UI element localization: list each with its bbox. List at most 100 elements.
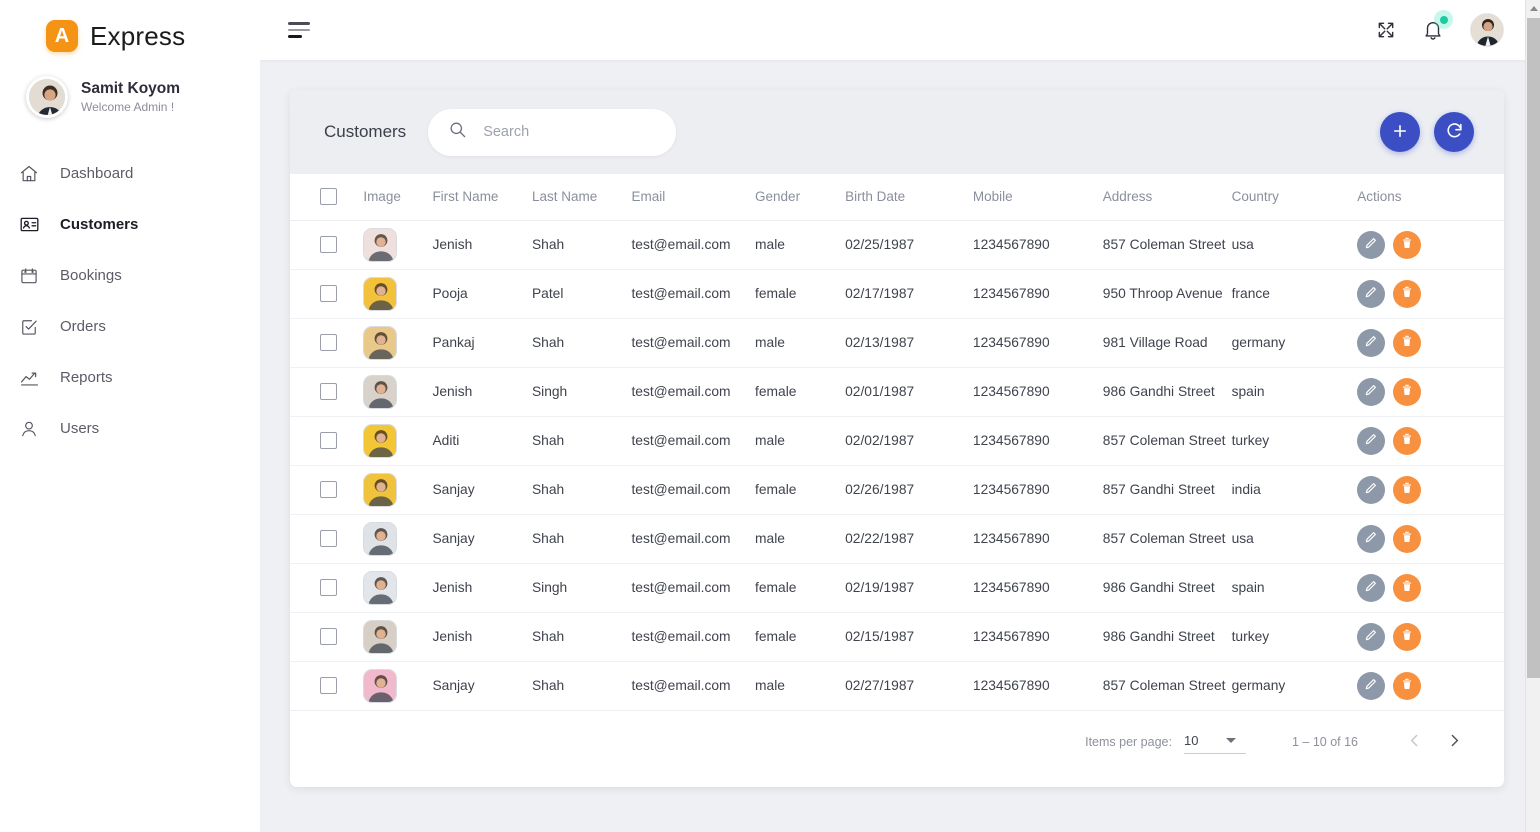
cell-gender: female — [755, 465, 846, 515]
delete-row-button[interactable] — [1393, 328, 1422, 357]
col-email: Email — [631, 174, 756, 221]
previous-page-button[interactable] — [1394, 722, 1434, 762]
sidebar-profile[interactable]: Samit Koyom Welcome Admin ! — [0, 52, 260, 118]
row-image-cell — [363, 318, 433, 368]
sidebar-nav: Dashboard Customers Bookings Orders Repo… — [0, 148, 260, 454]
customer-avatar — [363, 423, 398, 458]
customer-avatar — [363, 374, 398, 409]
table-row[interactable]: Jenish Singh test@email.com female 02/01/198… — [290, 367, 1504, 417]
cell-country: turkey — [1231, 416, 1358, 466]
content-area: Customers Search Image First Name Last N… — [260, 60, 1540, 832]
table-row[interactable]: Sanjay Shah test@email.com female 02/26/1987… — [290, 465, 1504, 515]
row-checkbox[interactable] — [320, 481, 337, 498]
cell-actions — [1357, 416, 1504, 466]
edit-row-button[interactable] — [1357, 622, 1386, 651]
table-row[interactable]: Jenish Shah test@email.com male 02/25/1987 12… — [290, 220, 1504, 270]
brand-mark-icon: A — [46, 20, 78, 52]
table-row[interactable]: Pooja Patel test@email.com female 02/17/1987… — [290, 269, 1504, 319]
sidebar-item-orders[interactable]: Orders — [0, 301, 260, 352]
cell-last-name: Shah — [531, 318, 632, 368]
cell-first-name: Jenish — [432, 220, 532, 270]
brand-logo[interactable]: A Express — [0, 0, 260, 52]
delete-row-button[interactable] — [1393, 524, 1422, 553]
edit-row-button[interactable] — [1357, 230, 1386, 259]
table-row[interactable]: Jenish Shah test@email.com female 02/15/1987… — [290, 612, 1504, 662]
edit-row-button[interactable] — [1357, 377, 1386, 406]
delete-row-button[interactable] — [1393, 377, 1422, 406]
contact-card-icon — [18, 214, 40, 236]
row-checkbox[interactable] — [320, 334, 337, 351]
table-row[interactable]: Jenish Singh test@email.com female 02/19/198… — [290, 563, 1504, 613]
cell-email: test@email.com — [631, 514, 756, 564]
edit-row-button[interactable] — [1357, 426, 1386, 455]
row-checkbox[interactable] — [320, 236, 337, 253]
cell-mobile: 1234567890 — [972, 318, 1103, 368]
cell-gender: female — [755, 269, 846, 319]
row-checkbox[interactable] — [320, 432, 337, 449]
table-row[interactable]: Pankaj Shah test@email.com male 02/13/1987 12… — [290, 318, 1504, 368]
edit-row-button[interactable] — [1357, 328, 1386, 357]
cell-address: 986 Gandhi Street — [1102, 367, 1232, 417]
trash-icon — [1400, 530, 1414, 547]
profile-name: Samit Koyom — [81, 80, 181, 97]
sidebar-item-label: Users — [60, 420, 100, 437]
cell-last-name: Shah — [531, 465, 632, 515]
delete-row-button[interactable] — [1393, 230, 1422, 259]
profile-subtitle: Welcome Admin ! — [81, 100, 175, 114]
edit-row-button[interactable] — [1357, 524, 1386, 553]
customer-avatar — [363, 521, 398, 556]
edit-row-button[interactable] — [1357, 475, 1386, 504]
customer-avatar — [363, 472, 398, 507]
delete-row-button[interactable] — [1393, 426, 1422, 455]
sidebar-item-reports[interactable]: Reports — [0, 352, 260, 403]
fullscreen-expand-icon[interactable] — [1376, 20, 1396, 40]
sidebar-item-customers[interactable]: Customers — [0, 199, 260, 250]
user-avatar[interactable] — [1470, 13, 1504, 47]
row-select-cell — [290, 612, 364, 662]
cell-actions — [1357, 269, 1504, 319]
row-checkbox[interactable] — [320, 285, 337, 302]
cell-last-name: Singh — [531, 367, 632, 417]
items-per-page-select[interactable]: 10 — [1183, 730, 1246, 754]
row-checkbox[interactable] — [320, 383, 337, 400]
delete-row-button[interactable] — [1393, 622, 1422, 651]
delete-row-button[interactable] — [1393, 573, 1422, 602]
select-all-checkbox[interactable] — [320, 188, 337, 206]
search-input[interactable] — [483, 124, 657, 140]
row-checkbox[interactable] — [320, 579, 337, 596]
cell-actions — [1357, 318, 1504, 368]
table-row[interactable]: Aditi Shah test@email.com male 02/02/1987 123… — [290, 416, 1504, 466]
table-row[interactable]: Sanjay Shah test@email.com male 02/27/1987 12… — [290, 661, 1504, 711]
delete-row-button[interactable] — [1393, 279, 1422, 308]
row-checkbox[interactable] — [320, 530, 337, 547]
customers-table: Image First Name Last Name Email Gender … — [290, 174, 1504, 711]
table-row[interactable]: Sanjay Shah test@email.com male 02/22/1987 12… — [290, 514, 1504, 564]
next-page-button[interactable] — [1434, 722, 1474, 762]
delete-row-button[interactable] — [1393, 671, 1422, 700]
edit-row-button[interactable] — [1357, 573, 1386, 602]
cell-gender: male — [755, 220, 846, 270]
sidebar-item-dashboard[interactable]: Dashboard — [0, 148, 260, 199]
row-checkbox[interactable] — [320, 628, 337, 645]
scrollbar-thumb[interactable] — [1527, 18, 1540, 678]
col-country: Country — [1231, 174, 1358, 221]
edit-row-button[interactable] — [1357, 279, 1386, 308]
search-box[interactable] — [428, 108, 677, 156]
edit-row-button[interactable] — [1357, 671, 1386, 700]
add-customer-button[interactable] — [1380, 112, 1420, 152]
row-image-cell — [363, 269, 433, 319]
bell-icon[interactable] — [1422, 10, 1453, 41]
cell-email: test@email.com — [631, 220, 756, 270]
scroll-up-arrow-icon[interactable] — [1526, 0, 1540, 16]
row-checkbox[interactable] — [320, 677, 337, 694]
user-icon — [18, 418, 40, 440]
col-first-name: First Name — [432, 174, 532, 221]
sidebar-item-bookings[interactable]: Bookings — [0, 250, 260, 301]
delete-row-button[interactable] — [1393, 475, 1422, 504]
cell-birth-date: 02/22/1987 — [845, 514, 973, 564]
page-scrollbar[interactable] — [1525, 0, 1540, 832]
sidebar-item-users[interactable]: Users — [0, 403, 260, 454]
row-image-cell — [363, 416, 433, 466]
hamburger-icon[interactable] — [288, 22, 312, 38]
refresh-button[interactable] — [1434, 112, 1474, 152]
